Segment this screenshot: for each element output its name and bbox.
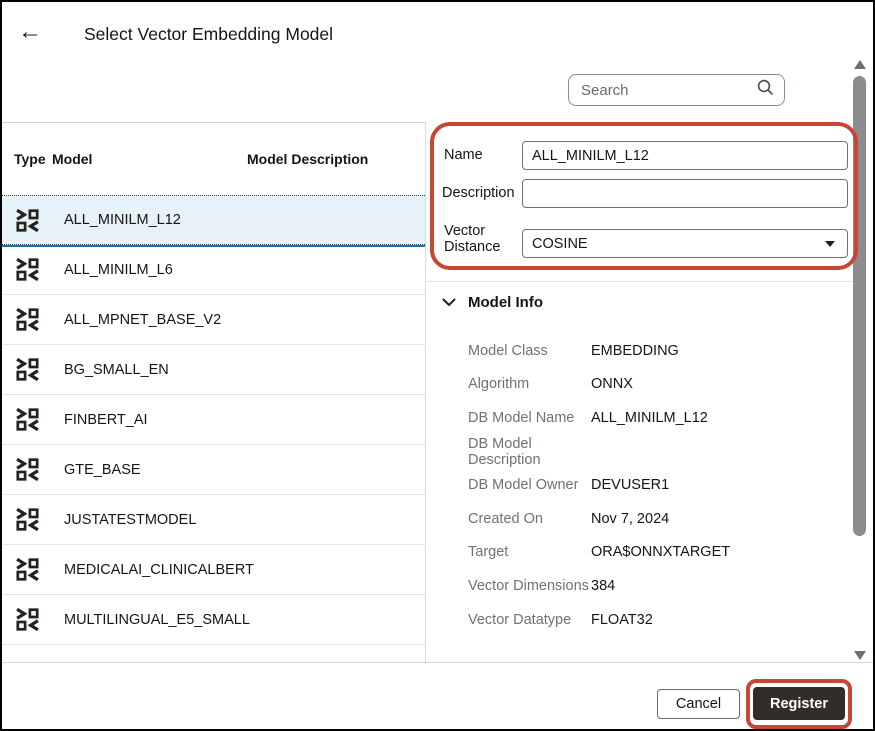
model-type-icon xyxy=(14,207,40,233)
model-type-icon xyxy=(14,607,40,633)
table-row[interactable]: FINBERT_AI xyxy=(2,395,425,445)
model-info-row: Model ClassEMBEDDING xyxy=(427,334,847,368)
model-info-label: Algorithm xyxy=(427,376,591,392)
register-button[interactable]: Register xyxy=(753,687,845,720)
model-info-value: FLOAT32 xyxy=(591,612,653,628)
search-input[interactable] xyxy=(579,81,757,100)
model-info-title: Model Info xyxy=(468,294,543,311)
model-name-cell: ALL_MPNET_BASE_V2 xyxy=(64,312,221,328)
model-info-label: Model Class xyxy=(427,343,591,359)
name-field[interactable] xyxy=(522,141,848,170)
model-type-icon xyxy=(14,407,40,433)
description-field[interactable] xyxy=(522,179,848,208)
model-info-value: ONNX xyxy=(591,376,633,392)
model-info-label: DB Model Owner xyxy=(427,477,591,493)
model-type-icon xyxy=(14,257,40,283)
model-info-label: Target xyxy=(427,544,591,560)
model-table-body: ALL_MINILM_L12 ALL_MINILM_L6 ALL_MPNET_BAS… xyxy=(2,195,425,645)
model-info-rows: Model ClassEMBEDDINGAlgorithmONNXDB Mode… xyxy=(427,334,847,636)
model-name-cell: BG_SMALL_EN xyxy=(64,362,169,378)
model-type-icon xyxy=(14,557,40,583)
model-info-row: Created OnNov 7, 2024 xyxy=(427,502,847,536)
select-vector-embedding-model-dialog: ← Select Vector Embedding Model Type Mod… xyxy=(0,0,875,731)
model-info-section-header[interactable]: Model Info xyxy=(442,294,543,311)
model-info-label: DB Model Description xyxy=(427,436,591,468)
column-header-model: Model xyxy=(52,151,247,167)
model-type-icon xyxy=(14,507,40,533)
chevron-down-icon xyxy=(825,241,835,247)
model-info-row: DB Model OwnerDEVUSER1 xyxy=(427,468,847,502)
search-icon[interactable] xyxy=(757,79,774,101)
column-header-model-description: Model Description xyxy=(247,151,425,167)
model-info-row: Vector Dimensions384 xyxy=(427,569,847,603)
table-header: Type Model Model Description xyxy=(2,123,425,195)
scroll-up-icon[interactable] xyxy=(854,60,866,69)
table-row[interactable]: ALL_MINILM_L12 xyxy=(2,195,425,245)
model-info-value: EMBEDDING xyxy=(591,343,679,359)
model-name-cell: MULTILINGUAL_E5_SMALL xyxy=(64,612,250,628)
model-info-label: DB Model Name xyxy=(427,410,591,426)
table-row[interactable]: ALL_MINILM_L6 xyxy=(2,245,425,295)
table-row[interactable]: JUSTATESTMODEL xyxy=(2,495,425,545)
search-box xyxy=(568,74,785,106)
model-type-icon xyxy=(14,357,40,383)
model-info-label: Vector Dimensions xyxy=(427,578,591,594)
model-name-cell: ALL_MINILM_L6 xyxy=(64,262,173,278)
model-info-row: DB Model Description xyxy=(427,435,847,469)
vector-distance-select[interactable]: COSINE xyxy=(522,229,848,258)
cancel-button[interactable]: Cancel xyxy=(657,689,740,719)
model-name-cell: MEDICALAI_CLINICALBERT xyxy=(64,562,254,578)
model-info-value: ALL_MINILM_L12 xyxy=(591,410,708,426)
model-name-cell: FINBERT_AI xyxy=(64,412,148,428)
table-row[interactable]: ALL_MPNET_BASE_V2 xyxy=(2,295,425,345)
table-row[interactable]: MULTILINGUAL_E5_SMALL xyxy=(2,595,425,645)
column-header-type: Type xyxy=(2,151,52,167)
model-name-cell: GTE_BASE xyxy=(64,462,141,478)
model-info-row: AlgorithmONNX xyxy=(427,368,847,402)
model-info-value: DEVUSER1 xyxy=(591,477,669,493)
model-name-cell: ALL_MINILM_L12 xyxy=(64,212,181,228)
model-info-value: ORA$ONNXTARGET xyxy=(591,544,730,560)
description-label: Description xyxy=(442,185,515,201)
vector-distance-value: COSINE xyxy=(532,236,825,252)
table-row[interactable]: BG_SMALL_EN xyxy=(2,345,425,395)
footer-divider xyxy=(2,662,873,663)
model-info-row: DB Model NameALL_MINILM_L12 xyxy=(427,401,847,435)
model-type-icon xyxy=(14,307,40,333)
model-info-row: TargetORA$ONNXTARGET xyxy=(427,536,847,570)
vector-distance-label: Vector Distance xyxy=(444,223,500,255)
collapse-chevron-icon xyxy=(442,298,456,307)
model-name-cell: JUSTATESTMODEL xyxy=(64,512,196,528)
model-type-icon xyxy=(14,457,40,483)
model-info-row: Vector DatatypeFLOAT32 xyxy=(427,603,847,637)
model-info-value: 384 xyxy=(591,578,615,594)
model-info-value: Nov 7, 2024 xyxy=(591,511,669,527)
table-row[interactable]: GTE_BASE xyxy=(2,445,425,495)
name-label: Name xyxy=(444,147,483,163)
scroll-down-icon[interactable] xyxy=(854,651,866,660)
model-info-label: Created On xyxy=(427,511,591,527)
scrollbar-thumb[interactable] xyxy=(853,76,866,536)
table-row[interactable]: MEDICALAI_CLINICALBERT xyxy=(2,545,425,595)
panel-vertical-divider xyxy=(425,122,426,664)
page-title: Select Vector Embedding Model xyxy=(84,24,333,45)
back-arrow-icon[interactable]: ← xyxy=(18,20,42,44)
form-info-divider xyxy=(427,281,853,282)
scrollbar xyxy=(852,58,868,662)
model-info-label: Vector Datatype xyxy=(427,612,591,628)
